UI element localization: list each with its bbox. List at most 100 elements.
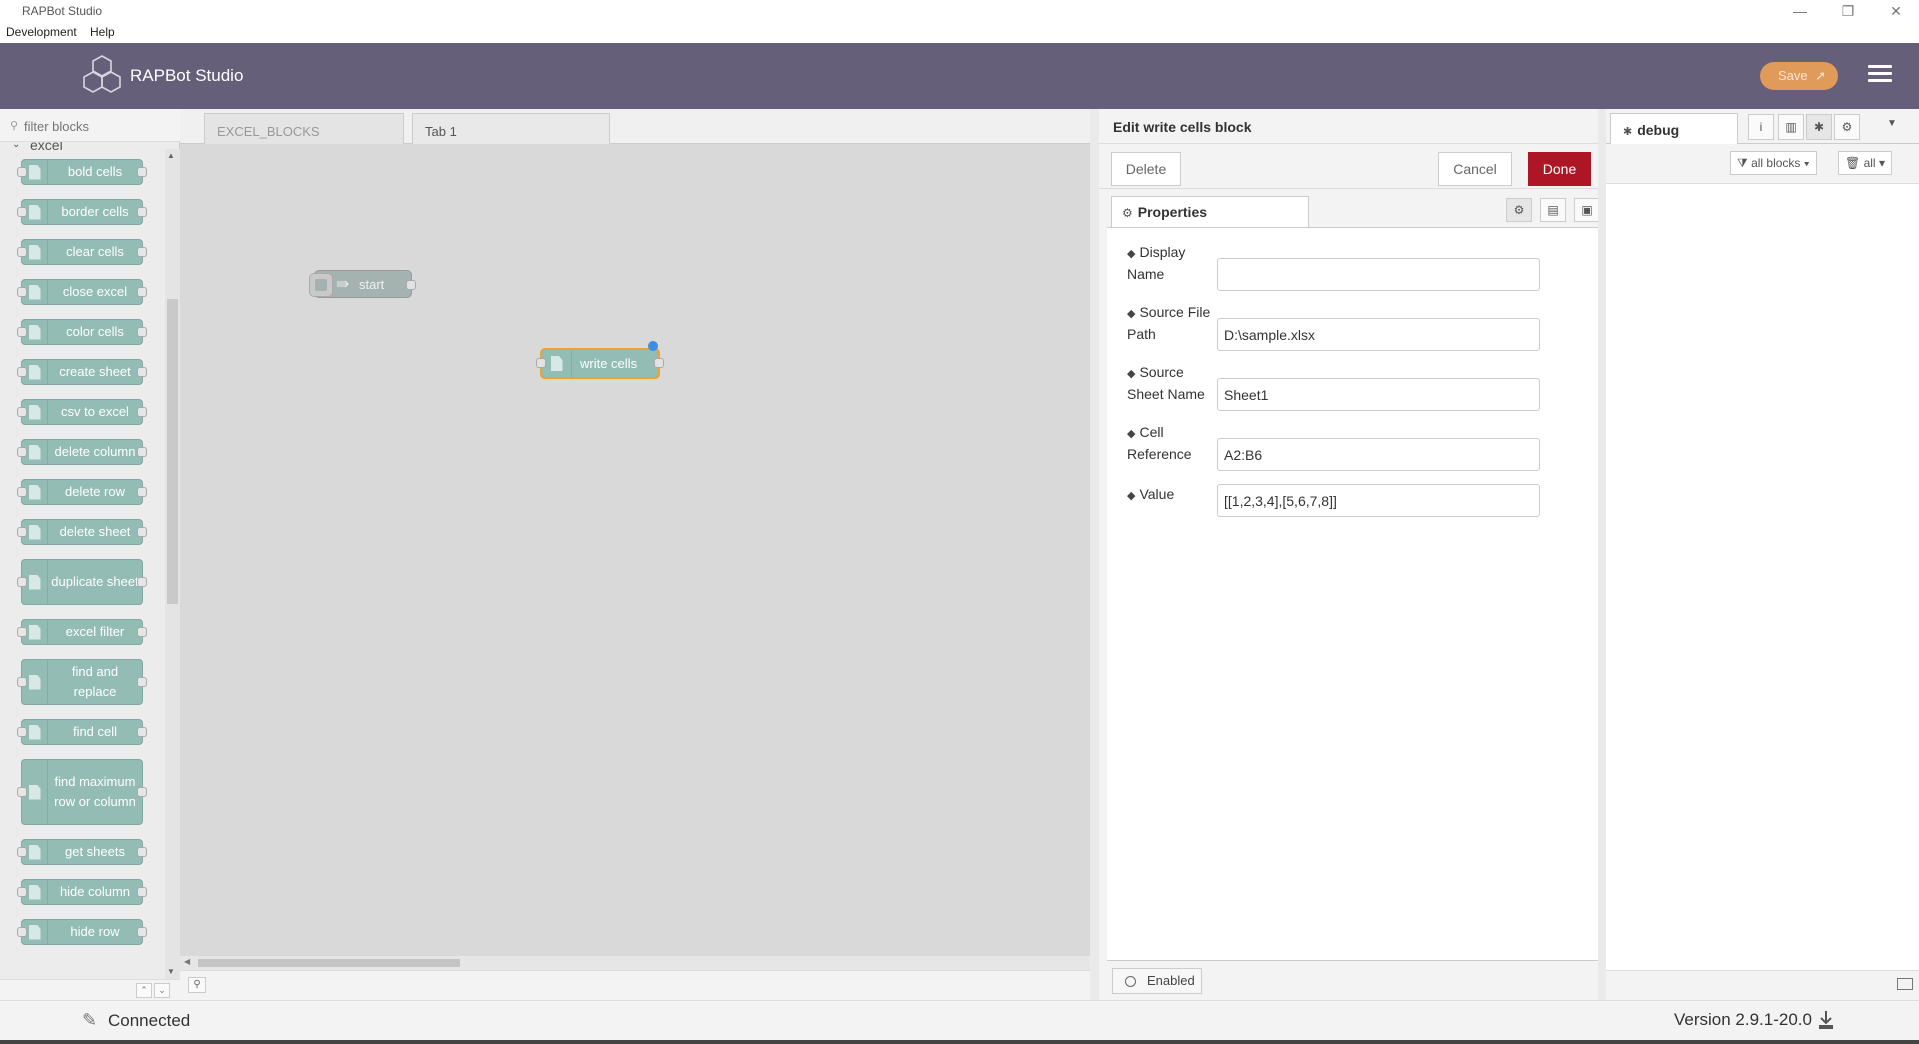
clear-all-button[interactable]: 🗑 all ▾ [1838,151,1892,175]
cell-reference-input[interactable] [1217,438,1540,471]
document-icon [22,520,48,544]
output-port[interactable] [654,358,664,368]
node-write-cells[interactable]: write cells [536,341,664,379]
expand-all-icon[interactable]: ⌄ [154,983,170,998]
scroll-down-icon[interactable]: ▼ [167,967,175,976]
menubar: Development Help [0,22,1919,43]
palette-block-excel-filter[interactable]: excel filter [17,619,147,645]
inject-button[interactable] [309,273,333,297]
filter-all-blocks-button[interactable]: ⧩ all blocks ▾ [1730,151,1817,175]
display-name-input[interactable] [1217,258,1540,291]
scroll-up-icon[interactable]: ▲ [167,151,175,160]
palette-block-get-sheets[interactable]: get sheets [17,839,147,865]
palette-block-create-sheet[interactable]: create sheet [17,359,147,385]
enabled-toggle[interactable]: Enabled [1112,968,1202,994]
document-icon [22,320,48,344]
minimize-icon[interactable]: — [1780,2,1820,20]
bug-icon[interactable]: ✱ [1806,114,1832,140]
hscroll-thumb[interactable] [198,959,460,967]
category-header-excel[interactable]: ⌄ excel [0,142,165,156]
tab-debug[interactable]: ✱ debug [1610,113,1738,144]
palette-block-find-maximum[interactable]: find maximum row or column [17,759,147,825]
gear-icon[interactable]: ⚙ [1834,114,1860,140]
description-icon[interactable]: ▤ [1540,198,1566,222]
tab-tab-1[interactable]: Tab 1 [412,113,610,144]
document-icon [22,620,48,644]
tag-icon: ◆ [1127,428,1136,440]
palette-scrollbar[interactable]: ▲ ▼ [165,149,180,979]
document-icon [22,400,48,424]
palette-block-hide-row[interactable]: hide row [17,919,147,945]
caret-down-icon: ▾ [1803,156,1810,170]
document-icon [22,920,48,944]
connection-status: Connected [108,1011,191,1030]
appearance-icon[interactable]: ▣ [1574,198,1600,222]
flow-canvas[interactable]: ⇛ start write cells [180,144,1090,966]
document-icon [22,880,48,904]
source-sheet-name-label: ◆ Source Sheet Name [1127,364,1205,402]
palette-block-bold-cells[interactable]: bold cells [17,159,147,185]
search-icon[interactable]: ⚲ [188,977,206,993]
document-icon [22,560,48,604]
palette-block-border-cells[interactable]: border cells [17,199,147,225]
palette-block-duplicate-sheet[interactable]: duplicate sheet [17,559,147,605]
cancel-button[interactable]: Cancel [1438,152,1512,186]
palette-block-delete-row[interactable]: delete row [17,479,147,505]
workspace-footer: ⚲ [180,970,1090,1000]
version-label: Version 2.9.1-20.0 [1674,1010,1812,1029]
plug-icon: ✎ [82,1010,98,1030]
tab-excel-blocks[interactable]: EXCEL_BLOCKS [204,113,404,144]
document-icon [22,840,48,864]
palette-block-close-excel[interactable]: close excel [17,279,147,305]
monitor-icon[interactable] [1897,978,1913,990]
block-palette: ⚲ ⌄ excel bold cells border cells clear … [0,109,180,1000]
editor-header: Edit write cells block [1099,109,1598,144]
menu-help[interactable]: Help [90,25,115,39]
document-icon [22,240,48,264]
caret-down-icon[interactable]: ▼ [1887,118,1897,129]
restore-icon[interactable]: ❐ [1828,2,1868,20]
palette-block-find-cell[interactable]: find cell [17,719,147,745]
palette-block-list: bold cells border cells clear cells clos… [0,156,165,979]
source-file-path-input[interactable] [1217,318,1540,351]
palette-block-csv-to-excel[interactable]: csv to excel [17,399,147,425]
delete-button[interactable]: Delete [1111,152,1181,186]
info-icon[interactable]: i [1748,114,1774,140]
download-icon[interactable] [1818,1010,1834,1030]
workspace-hscrollbar[interactable]: ◀ [180,956,1090,970]
circle-icon [1125,976,1136,987]
hamburger-menu-icon[interactable] [1868,65,1892,85]
output-port[interactable] [406,280,416,290]
palette-block-color-cells[interactable]: color cells [17,319,147,345]
palette-block-hide-column[interactable]: hide column [17,879,147,905]
filter-blocks-input[interactable] [24,116,174,136]
source-file-path-label: ◆ Source File Path [1127,304,1211,342]
save-button[interactable]: Save ➚ [1760,62,1838,90]
debug-sidebar: ✱ debug i ▥ ✱ ⚙ ▼ ⧩ all blocks ▾ 🗑 all ▾ [1598,109,1919,1000]
hexagon-logo-icon [83,55,121,93]
value-label: ◆ Value [1127,486,1175,502]
palette-block-clear-cells[interactable]: clear cells [17,239,147,265]
close-window-icon[interactable]: ✕ [1876,2,1916,20]
window-titlebar: RAPBot Studio — ❐ ✕ [0,0,1919,22]
document-icon [22,160,48,184]
done-button[interactable]: Done [1528,152,1591,186]
document-icon [22,760,48,824]
bug-icon: ✱ [1623,126,1633,138]
scroll-left-icon[interactable]: ◀ [184,957,190,966]
node-start[interactable]: ⇛ start [309,270,416,298]
scroll-thumb[interactable] [167,299,178,604]
palette-block-find-and-replace[interactable]: find and replace [17,659,147,705]
value-input[interactable] [1217,484,1540,517]
book-icon[interactable]: ▥ [1778,114,1804,140]
gear-icon[interactable]: ⚙ [1506,198,1532,222]
tab-properties[interactable]: ⚙ Properties [1111,196,1309,227]
document-icon [22,660,48,704]
tag-icon: ◆ [1127,248,1136,260]
source-sheet-name-input[interactable] [1217,378,1540,411]
collapse-all-icon[interactable]: ⌃ [136,983,152,998]
palette-block-delete-sheet[interactable]: delete sheet [17,519,147,545]
bottom-edge [0,1040,1919,1044]
menu-development[interactable]: Development [6,25,77,39]
palette-block-delete-column[interactable]: delete column [17,439,147,465]
